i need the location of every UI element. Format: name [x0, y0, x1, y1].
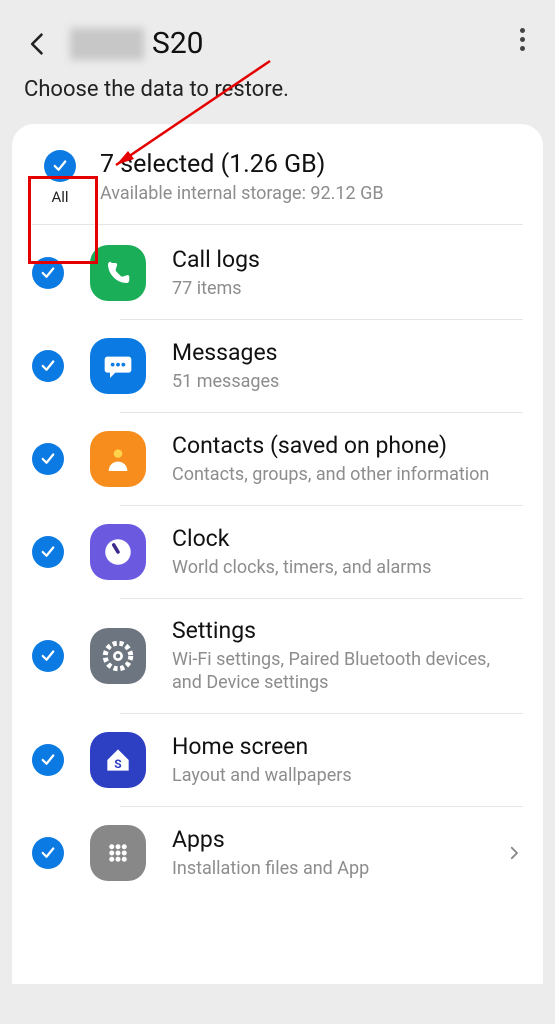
list-item-settings[interactable]: Settings Wi-Fi settings, Paired Bluetoot… [12, 599, 543, 713]
storage-info: Available internal storage: 92.12 GB [100, 183, 523, 204]
selection-summary: 7 selected (1.26 GB) [100, 150, 523, 179]
item-subtitle: Layout and wallpapers [172, 764, 523, 787]
item-title: Clock [172, 525, 523, 552]
phone-icon [90, 245, 146, 301]
gear-icon [90, 628, 146, 684]
apps-icon [90, 825, 146, 881]
item-title: Messages [172, 339, 523, 366]
select-all-label: All [51, 188, 68, 206]
checkbox[interactable] [32, 443, 64, 475]
item-title: Contacts (saved on phone) [172, 432, 523, 459]
list-item-home-screen[interactable]: S Home screen Layout and wallpapers [12, 714, 543, 806]
restore-card: All 7 selected (1.26 GB) Available inter… [12, 124, 543, 984]
list-item-contacts[interactable]: Contacts (saved on phone) Contacts, grou… [12, 413, 543, 505]
title-redacted [70, 28, 144, 60]
item-subtitle: Wi-Fi settings, Paired Bluetooth devices… [172, 648, 523, 695]
instruction-text: Choose the data to restore. [0, 71, 555, 124]
chevron-right-icon[interactable] [505, 844, 523, 862]
list-item-apps[interactable]: Apps Installation files and App [12, 807, 543, 899]
svg-text:S: S [114, 757, 121, 771]
item-subtitle: Contacts, groups, and other information [172, 463, 523, 486]
checkbox[interactable] [32, 257, 64, 289]
item-title: Call logs [172, 246, 523, 273]
page-title: S20 [152, 26, 204, 61]
checkbox[interactable] [32, 350, 64, 382]
back-button[interactable] [24, 30, 52, 58]
item-subtitle: 77 items [172, 277, 523, 300]
select-all-checkbox[interactable] [44, 150, 76, 182]
checkbox[interactable] [32, 536, 64, 568]
more-options-button[interactable] [520, 28, 525, 51]
item-title: Settings [172, 617, 523, 644]
messages-icon [90, 338, 146, 394]
checkbox[interactable] [32, 837, 64, 869]
contacts-icon [90, 431, 146, 487]
item-title: Apps [172, 826, 497, 853]
item-subtitle: 51 messages [172, 370, 523, 393]
checkbox[interactable] [32, 744, 64, 776]
item-subtitle: World clocks, timers, and alarms [172, 556, 523, 579]
clock-icon [90, 524, 146, 580]
header: S20 [0, 0, 555, 71]
checkbox[interactable] [32, 640, 64, 672]
list-item-clock[interactable]: Clock World clocks, timers, and alarms [12, 506, 543, 598]
item-subtitle: Installation files and App [172, 857, 497, 880]
select-all-row[interactable]: All 7 selected (1.26 GB) Available inter… [12, 142, 543, 224]
list-item-messages[interactable]: Messages 51 messages [12, 320, 543, 412]
item-title: Home screen [172, 733, 523, 760]
home-icon: S [90, 732, 146, 788]
list-item-call-logs[interactable]: Call logs 77 items [12, 227, 543, 319]
